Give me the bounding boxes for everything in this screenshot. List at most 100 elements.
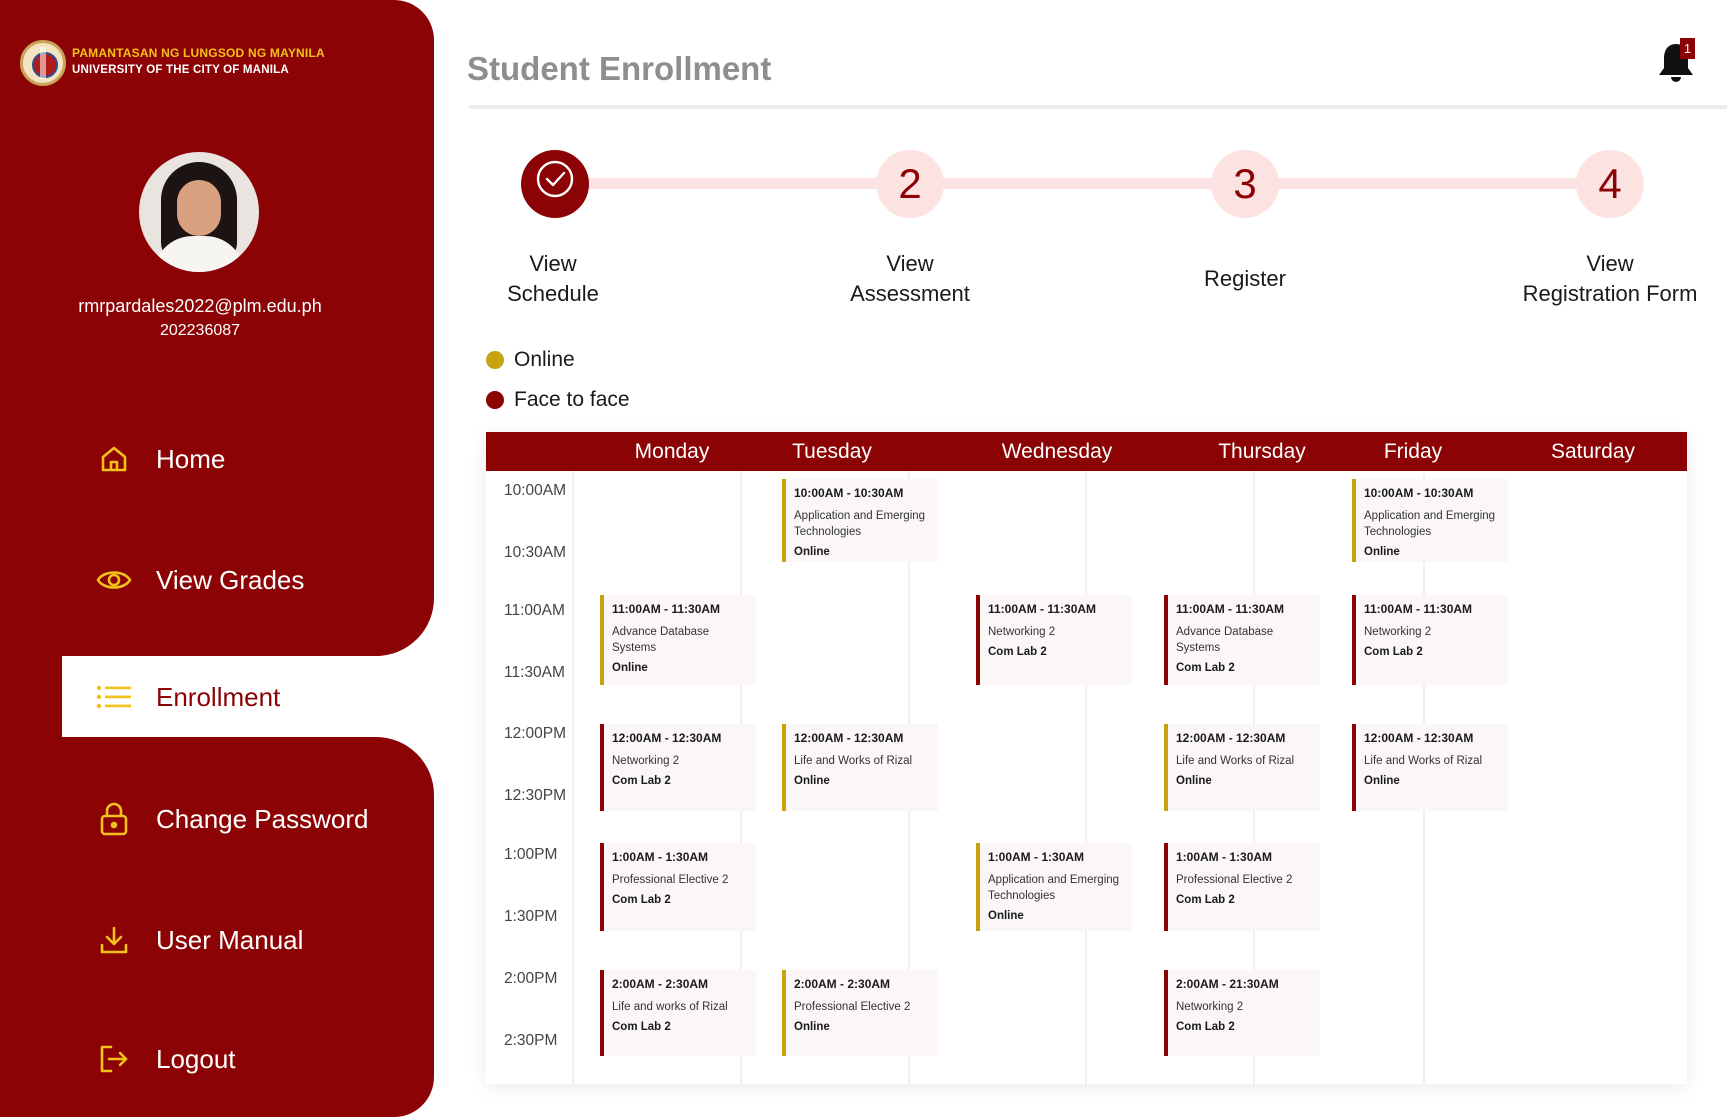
time-slot-label: 10:30AM [504,544,567,561]
face-to-face-indicator [600,724,604,811]
class-location: Online [988,910,1024,922]
step-2-label: View Assessment [850,251,970,306]
class-card[interactable]: 12:00AM - 12:30AM Life and Works of Rizal… [782,724,938,811]
university-name: PAMANTASAN NG LUNGSOD NG MAYNILA [72,46,325,60]
class-location: Online [612,662,648,674]
class-subject: Application and Emerging Technologies [794,510,926,538]
stepper-track [555,178,1643,189]
download-icon [96,922,132,958]
nav-view-grades-label: View Grades [156,564,305,595]
class-card[interactable]: 11:00AM - 11:30AM Advance Database System… [1164,595,1320,685]
lock-icon [96,801,132,837]
legend-face-to-face-dot [486,391,504,409]
class-subject: Professional Elective 2 [794,1001,911,1013]
class-subject: Networking 2 [1176,1001,1244,1013]
class-card[interactable]: 2:00AM - 2:30AM Life and works of Rizal Co… [600,970,756,1056]
day-header-saturday: Saturday [1550,440,1636,463]
class-time: 12:00AM - 12:30AM [1176,731,1286,745]
class-card[interactable]: 12:00AM - 12:30AM Life and Works of Rizal… [1164,724,1320,811]
step-2-circle[interactable]: 2 [876,150,944,218]
online-indicator [1352,479,1356,562]
nav-home[interactable]: Home [96,434,225,484]
online-indicator [976,843,980,931]
step-3-circle[interactable]: 3 [1211,150,1279,218]
class-card[interactable]: 11:00AM - 11:30AM Advance Database System… [600,595,756,685]
logout-icon [96,1041,132,1077]
class-time: 10:00AM - 10:30AM [1364,486,1474,500]
step-1-circle[interactable] [521,150,589,218]
class-time: 2:00AM - 2:30AM [612,977,709,991]
online-indicator [782,724,786,811]
university-name-english: UNIVERSITY OF THE CITY OF MANILA [72,64,289,76]
class-subject: Networking 2 [612,755,680,767]
time-slot-label: 12:30PM [504,787,567,804]
class-time: 10:00AM - 10:30AM [794,486,904,500]
face-to-face-indicator [1164,843,1168,931]
eye-icon [96,562,132,598]
class-card[interactable]: 2:00AM - 2:30AM Professional Elective 2 On… [782,970,938,1056]
class-time: 11:00AM - 11:30AM [1364,602,1473,616]
step-4-circle[interactable]: 4 [1576,150,1644,218]
nav-view-grades[interactable]: View Grades [96,555,304,605]
class-location: Com Lab 2 [988,646,1047,658]
legend-online-label: Online [514,348,575,371]
class-subject: Life and works of Rizal [612,1001,728,1013]
class-location: Com Lab 2 [1364,646,1423,658]
university-logo [20,40,66,86]
class-card[interactable]: 10:00AM - 10:30AM Application and Emergin… [782,479,938,562]
home-icon [96,441,132,477]
nav-change-password[interactable]: Change Password [96,794,368,844]
class-time: 11:00AM - 11:30AM [988,602,1097,616]
class-card[interactable]: 11:00AM - 11:30AM Networking 2 Com Lab 2 [1352,595,1508,685]
class-time: 12:00AM - 12:30AM [794,731,904,745]
class-location: Com Lab 2 [612,1021,671,1033]
time-slot-label: 1:30PM [504,908,558,925]
class-time: 2:00AM - 21:30AM [1176,977,1279,991]
class-location: Online [1364,546,1400,558]
class-card[interactable]: 1:00AM - 1:30AM Application and Emerging … [976,843,1132,931]
nav-enrollment-label: Enrollment [156,681,281,712]
class-location: Com Lab 2 [612,894,671,906]
class-subject: Life and Works of Rizal [1364,755,1483,767]
column-divider [1085,471,1087,1084]
class-time: 12:00AM - 12:30AM [1364,731,1474,745]
nav-user-manual[interactable]: User Manual [96,915,303,965]
class-card[interactable]: 1:00AM - 1:30AM Professional Elective 2 Co… [600,843,756,931]
face-to-face-indicator [1164,595,1168,685]
time-slot-label: 2:00PM [504,970,558,987]
class-location: Com Lab 2 [1176,894,1235,906]
face-to-face-indicator [976,595,980,685]
schedule-header: Monday Tuesday Wednesday Thursday Friday Satu… [486,432,1687,471]
face-to-face-indicator [600,843,604,931]
face-to-face-indicator [600,970,604,1056]
class-subject: Networking 2 [1364,626,1432,638]
nav-enrollment[interactable]: Enrollment [96,672,280,722]
class-card[interactable]: 1:00AM - 1:30AM Professional Elective 2 Co… [1164,843,1320,931]
student-id: 202236087 [159,322,241,339]
face-to-face-indicator [1352,595,1356,685]
class-card[interactable]: 12:00AM - 12:30AM Life and Works of Rizal… [1352,724,1508,811]
nav-user-manual-label: User Manual [156,924,304,955]
class-card[interactable]: 12:00AM - 12:30AM Networking 2 Com Lab 2 [600,724,756,811]
schedule-table: Monday Tuesday Wednesday Thursday Friday Satu… [486,432,1687,1084]
sidebar-mid-panel [0,656,62,737]
class-card[interactable]: 10:00AM - 10:30AM Application and Emergin… [1352,479,1508,562]
page-title: Student Enrollment [467,50,772,87]
online-indicator [782,479,786,562]
step-1-label: View Schedule [507,251,599,306]
class-card[interactable]: 11:00AM - 11:30AM Networking 2 Com Lab 2 [976,595,1132,685]
legend-online: Online [486,348,575,372]
online-indicator [600,595,604,685]
check-circle-icon [535,159,575,209]
nav-logout[interactable]: Logout [96,1034,236,1084]
class-subject: Application and Emerging Technologies [988,874,1120,902]
class-subject: Life and Works of Rizal [794,755,913,767]
avatar[interactable] [139,152,259,272]
day-header-wednesday: Wednesday [1001,440,1113,463]
class-card[interactable]: 2:00AM - 21:30AM Networking 2 Com Lab 2 [1164,970,1320,1056]
class-location: Online [1176,775,1212,787]
class-subject: Networking 2 [988,626,1056,638]
class-subject: Professional Elective 2 [612,874,729,886]
class-location: Online [1364,775,1400,787]
class-subject: Advance Database Systems [612,626,710,654]
